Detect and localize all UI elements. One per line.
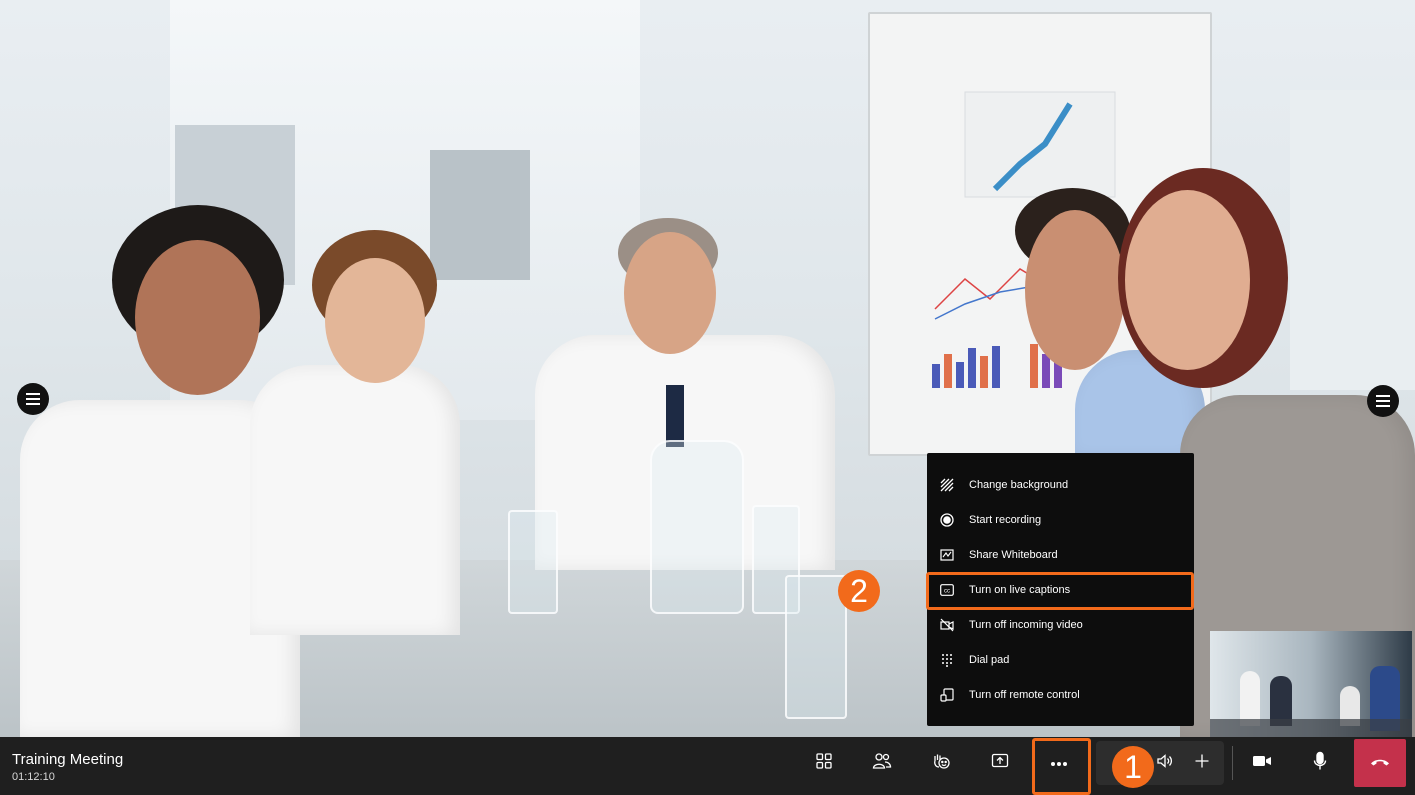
menu-item-change-background[interactable]: Change background (927, 467, 1194, 502)
dialpad-icon (939, 652, 955, 668)
layout-icon (815, 752, 833, 775)
menu-item-label: Turn on live captions (969, 583, 1071, 596)
water-glass (785, 575, 847, 719)
hangup-icon (1369, 754, 1391, 772)
camera-button[interactable] (1240, 741, 1284, 785)
more-icon (1050, 754, 1068, 772)
video-off-icon (939, 617, 955, 633)
menu-item-label: Dial pad (969, 653, 1010, 666)
menu-item-start-recording[interactable]: Start recording (927, 502, 1194, 537)
right-panel-menu-button[interactable] (1367, 385, 1399, 417)
meeting-duration: 01:12:10 (12, 771, 55, 783)
volume-icon (1156, 753, 1174, 774)
step-1-badge: 1 (1112, 746, 1154, 788)
mic-icon (1312, 751, 1328, 776)
hang-up-button[interactable] (1354, 739, 1406, 787)
microphone-button[interactable] (1298, 741, 1342, 785)
share-screen-button[interactable] (978, 741, 1022, 785)
svg-text:cc: cc (944, 588, 950, 594)
menu-item-turn-off-incoming-video[interactable]: Turn off incoming video (927, 607, 1194, 642)
self-view-video (1210, 631, 1412, 737)
captions-icon: cc (939, 582, 955, 598)
record-icon (939, 512, 955, 528)
menu-item-label: Turn off remote control (969, 688, 1080, 701)
building (1290, 90, 1415, 390)
menu-item-turn-off-remote-control[interactable]: Turn off remote control (927, 677, 1194, 712)
menu-item-share-whiteboard[interactable]: Share Whiteboard (927, 537, 1194, 572)
menu-item-live-captions[interactable]: cc Turn on live captions (927, 572, 1194, 607)
menu-item-label: Share Whiteboard (969, 548, 1058, 561)
layout-button[interactable] (802, 741, 846, 785)
more-options-button[interactable] (1037, 741, 1081, 785)
add-icon (1194, 753, 1210, 774)
toolbar-divider (1232, 746, 1233, 780)
menu-item-label: Turn off incoming video (969, 618, 1083, 631)
water-pitcher (650, 440, 744, 614)
main-video (0, 0, 1415, 737)
left-panel-menu-button[interactable] (17, 383, 49, 415)
remote-control-icon (939, 687, 955, 703)
reactions-icon (931, 752, 951, 775)
meeting-title: Training Meeting (12, 751, 124, 768)
participants-button[interactable] (860, 741, 904, 785)
building (430, 150, 530, 280)
step-2-badge: 2 (838, 570, 880, 612)
menu-item-label: Start recording (969, 513, 1042, 526)
reactions-button[interactable] (919, 741, 963, 785)
background-icon (939, 477, 955, 493)
volume-up-button[interactable] (1180, 741, 1224, 785)
share-icon (991, 753, 1009, 774)
menu-item-dial-pad[interactable]: Dial pad (927, 642, 1194, 677)
menu-item-label: Change background (969, 478, 1069, 491)
camera-icon (1252, 754, 1272, 773)
whiteboard-icon (939, 547, 955, 563)
water-glass (508, 510, 558, 614)
participants-icon (872, 752, 892, 775)
more-options-menu: Change background Start recording Share … (927, 453, 1194, 726)
